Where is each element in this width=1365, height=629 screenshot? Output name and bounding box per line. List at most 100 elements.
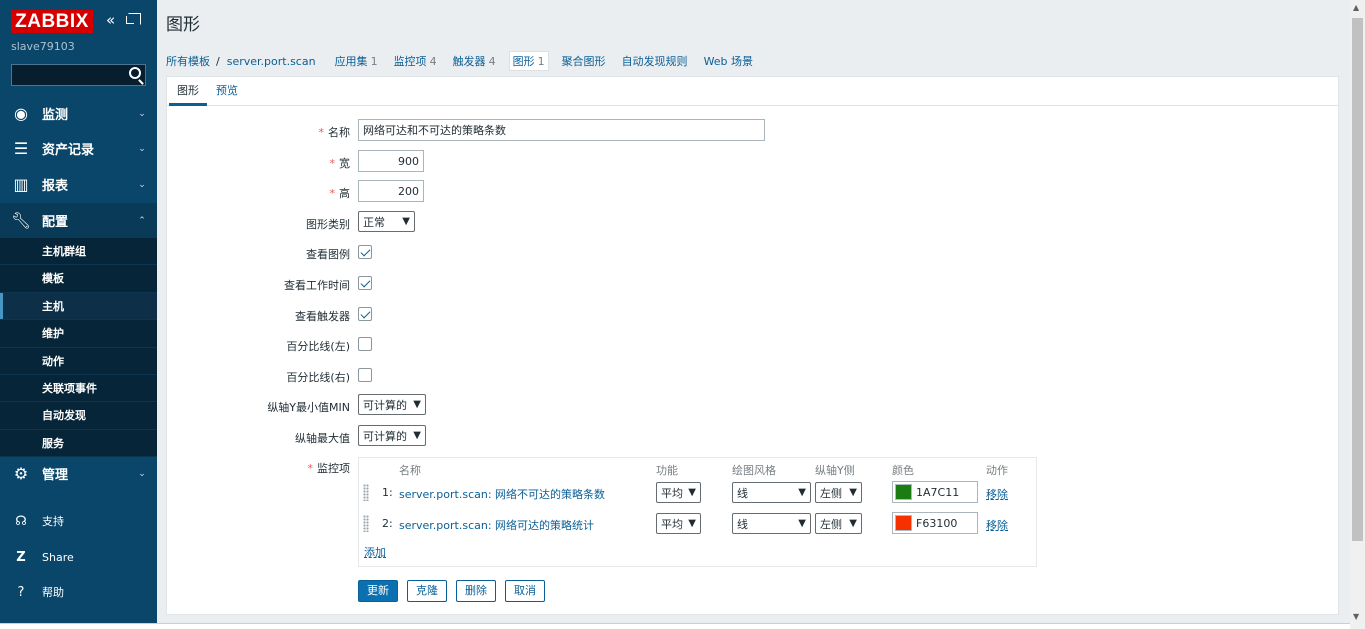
scroll-down-icon[interactable]: ▼ (1353, 612, 1359, 621)
help-link[interactable]: ? 帮助 (0, 577, 157, 607)
chevron-down-icon: ⌄ (138, 108, 146, 119)
required-mark: * (307, 462, 314, 475)
item-name-link[interactable]: server.port.scan: 网络不可达的策略条数 (399, 486, 605, 502)
ymin-select[interactable]: 可计算的 ▼ (358, 394, 426, 415)
draw-style-value: 线 (737, 517, 748, 531)
delete-button[interactable]: 删除 (456, 580, 496, 602)
y-axis-select[interactable]: 左侧 ▼ (815, 482, 862, 503)
header-color: 颜色 (892, 464, 914, 477)
search-input[interactable] (11, 64, 146, 86)
required-mark: * (318, 126, 325, 139)
row-ymin: 纵轴Y最小值MIN 可计算的 ▼ (167, 394, 1338, 418)
tab-preview[interactable]: 预览 (208, 77, 246, 106)
graph-type-select[interactable]: 正常 ▼ (358, 211, 415, 232)
cancel-button[interactable]: 取消 (505, 580, 545, 602)
chevron-down-icon: ▼ (849, 487, 857, 498)
headset-icon: ☊ (15, 513, 27, 529)
tab-web-scenarios[interactable]: Web 场景 (701, 52, 756, 70)
support-link[interactable]: ☊ 支持 (0, 506, 157, 536)
header-name: 名称 (399, 464, 421, 477)
submenu-event-correlation[interactable]: 关联项事件 (0, 375, 157, 403)
breadcrumb-host[interactable]: server.port.scan (227, 55, 316, 68)
search-icon[interactable] (129, 67, 141, 79)
drag-handle-icon[interactable] (363, 484, 369, 501)
ymin-label: 纵轴Y最小值MIN (267, 401, 350, 414)
ymax-select[interactable]: 可计算的 ▼ (358, 425, 426, 446)
menu-label: 监测 (42, 108, 69, 123)
ymin-value: 可计算的 (363, 398, 407, 412)
submenu-hosts[interactable]: 主机 (0, 292, 157, 321)
menu-administration[interactable]: ⚙ 管理 ⌄ (0, 456, 157, 491)
show-legend-checkbox[interactable] (358, 245, 372, 259)
collapse-sidebar-icon[interactable]: « (106, 12, 115, 28)
update-button[interactable]: 更新 (358, 580, 398, 602)
tab-screens[interactable]: 聚合图形 (559, 52, 609, 70)
submenu-templates[interactable]: 模板 (0, 265, 157, 293)
name-input[interactable] (358, 119, 765, 141)
percentile-right-checkbox[interactable] (358, 368, 372, 382)
show-triggers-checkbox[interactable] (358, 307, 372, 321)
add-item-button[interactable]: 添加 (364, 544, 386, 560)
help-icon: ? (17, 584, 25, 600)
show-working-time-label: 查看工作时间 (284, 279, 350, 292)
sidebar: ZABBIX « slave79103 ◉ 监测 ⌄ ☰ 资产记录 ⌄ ▥ 报表… (0, 0, 157, 629)
server-name: slave79103 (11, 40, 75, 53)
chevron-down-icon: ▼ (413, 430, 421, 441)
tab-label: Web 场景 (703, 55, 754, 68)
chevron-down-icon: ⌄ (138, 143, 146, 154)
zabbix-logo[interactable]: ZABBIX (11, 10, 93, 33)
chevron-down-icon: ▼ (798, 487, 806, 498)
show-working-time-checkbox[interactable] (358, 276, 372, 290)
chevron-down-icon: ▼ (688, 518, 696, 529)
width-label-text: 宽 (339, 157, 350, 170)
clone-button[interactable]: 克隆 (407, 580, 447, 602)
tab-applications[interactable]: 应用集 1 (332, 52, 381, 70)
submenu-actions[interactable]: 动作 (0, 348, 157, 375)
tab-discovery-rules[interactable]: 自动发现规则 (619, 52, 691, 70)
tab-graph[interactable]: 图形 (169, 77, 207, 106)
ymax-value: 可计算的 (363, 429, 407, 443)
submenu-maintenance[interactable]: 维护 (0, 320, 157, 348)
draw-style-select[interactable]: 线 ▼ (732, 513, 811, 534)
remove-button[interactable]: 移除 (986, 517, 1008, 533)
height-input[interactable] (358, 180, 424, 202)
color-picker[interactable]: 1A7C11 (892, 481, 978, 503)
draw-style-select[interactable]: 线 ▼ (732, 482, 811, 503)
scroll-up-icon[interactable]: ▲ (1353, 3, 1359, 12)
header-y-axis: 纵轴Y侧 (815, 464, 855, 477)
tab-triggers[interactable]: 触发器 4 (450, 52, 499, 70)
item-name-link[interactable]: server.port.scan: 网络可达的策略统计 (399, 517, 594, 533)
tab-graphs[interactable]: 图形 1 (508, 51, 549, 71)
drag-handle-icon[interactable] (363, 515, 369, 532)
wrench-icon: 🔧︎ (10, 211, 32, 230)
bar-chart-icon: ▥ (13, 175, 29, 194)
show-legend-label: 查看图例 (306, 248, 350, 261)
draw-style-value: 线 (737, 486, 748, 500)
menu-monitoring[interactable]: ◉ 监测 ⌄ (0, 96, 157, 131)
function-select[interactable]: 平均 ▼ (656, 482, 701, 503)
vertical-scrollbar[interactable]: ▲ ▼ (1350, 0, 1365, 629)
remove-button[interactable]: 移除 (986, 486, 1008, 502)
tab-items[interactable]: 监控项 4 (391, 52, 440, 70)
menu-reports[interactable]: ▥ 报表 ⌄ (0, 167, 157, 202)
color-swatch[interactable] (895, 515, 912, 531)
scrollbar-thumb[interactable] (1352, 18, 1363, 541)
menu-label: 资产记录 (42, 143, 95, 158)
function-select[interactable]: 平均 ▼ (656, 513, 701, 534)
share-link[interactable]: Z Share (0, 542, 157, 572)
width-input[interactable] (358, 150, 424, 172)
color-picker[interactable]: F63100 (892, 512, 978, 534)
y-axis-select[interactable]: 左侧 ▼ (815, 513, 862, 534)
submenu-discovery[interactable]: 自动发现 (0, 402, 157, 430)
menu-inventory[interactable]: ☰ 资产记录 ⌄ (0, 131, 157, 166)
y-axis-value: 左侧 (820, 517, 842, 531)
menu-configuration[interactable]: 🔧︎ 配置 ⌃ (0, 203, 157, 238)
submenu-services[interactable]: 服务 (0, 430, 157, 458)
share-icon: Z (16, 549, 26, 565)
function-value: 平均 (661, 486, 683, 500)
color-swatch[interactable] (895, 484, 912, 500)
percentile-left-checkbox[interactable] (358, 337, 372, 351)
kiosk-mode-icon[interactable] (126, 13, 141, 25)
breadcrumb-all-templates[interactable]: 所有模板 (166, 53, 210, 69)
submenu-host-groups[interactable]: 主机群组 (0, 238, 157, 266)
